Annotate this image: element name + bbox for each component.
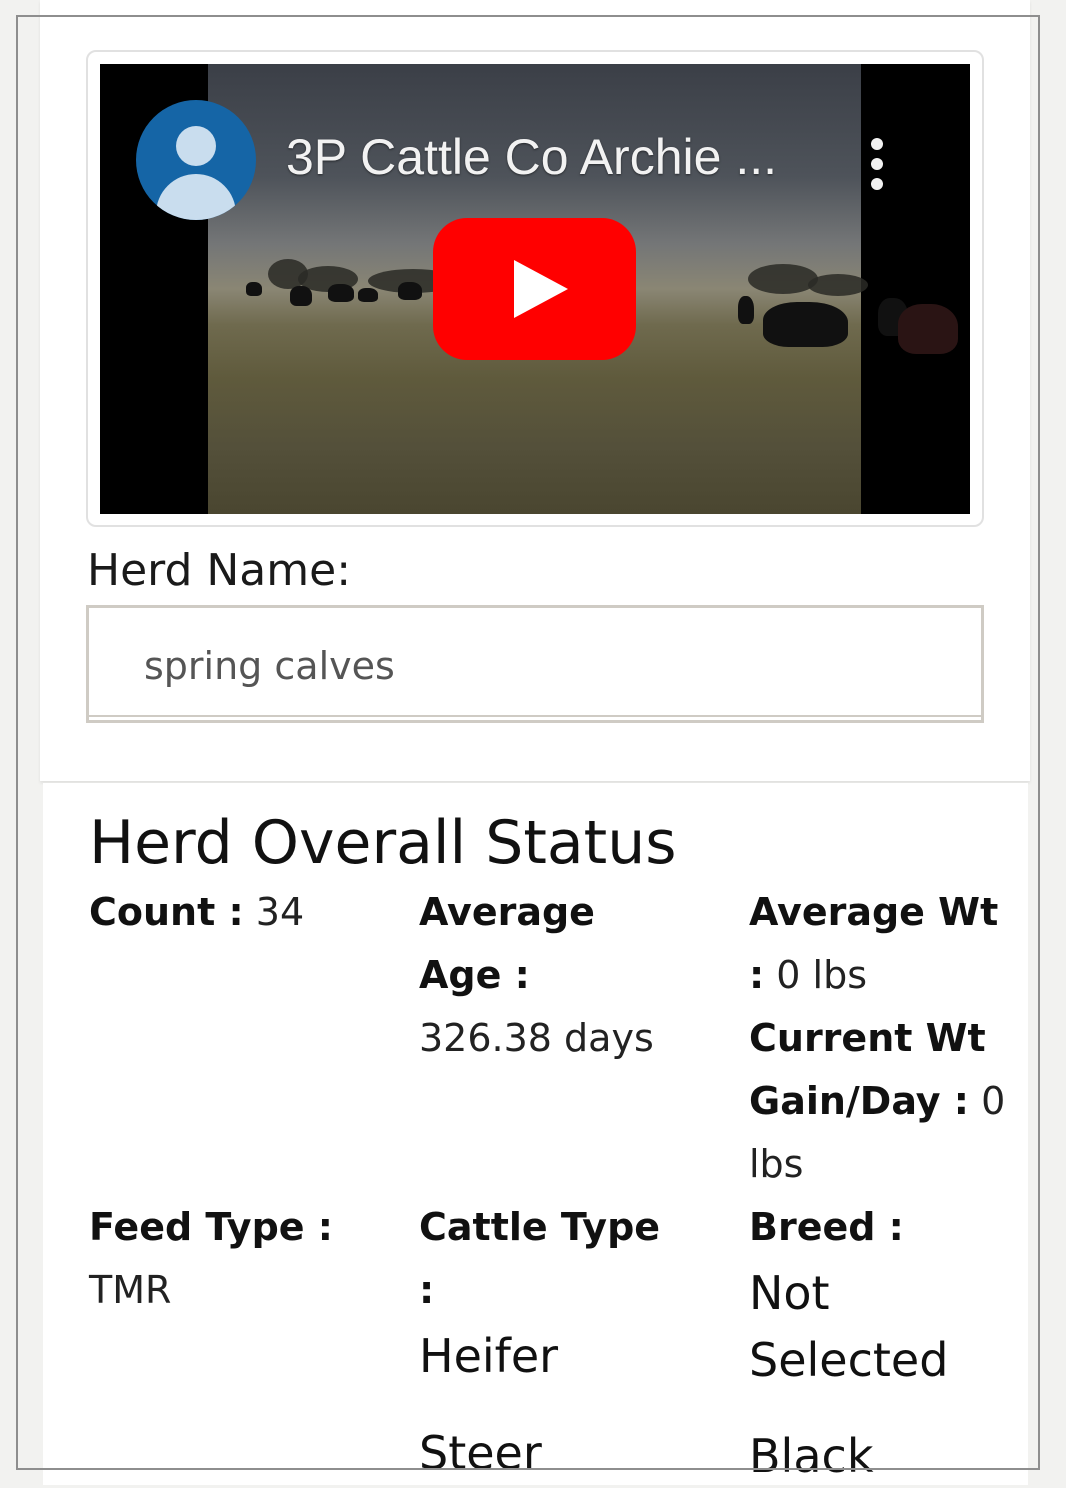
average-wt-label-2: :	[749, 953, 765, 997]
gain-value-1: 0	[981, 1079, 1006, 1123]
more-options-icon[interactable]	[866, 138, 888, 190]
cattle-type-label-1: Cattle Type	[419, 1205, 661, 1249]
breed-value: Selected	[749, 1333, 949, 1387]
video-title[interactable]: 3P Cattle Co Archie ...	[286, 128, 777, 186]
channel-avatar[interactable]	[136, 100, 256, 220]
cattle-type-value: Heifer	[419, 1329, 559, 1383]
feed-type-label: Feed Type :	[89, 1205, 333, 1249]
count-field: Count : 34	[89, 881, 389, 944]
herd-name-input[interactable]: spring calves	[86, 605, 984, 723]
user-head-icon	[176, 126, 216, 166]
average-age-value: 326.38 days	[419, 1016, 654, 1060]
average-wt-value: 0 lbs	[776, 953, 868, 997]
average-age-label-2: Age :	[419, 953, 530, 997]
user-body-icon	[156, 174, 236, 220]
count-value: 34	[255, 890, 305, 934]
feed-type-field: Feed Type : TMR	[89, 1196, 389, 1322]
cattle-type-label-2: :	[419, 1268, 435, 1312]
gain-label-1: Current Wt	[749, 1016, 986, 1060]
gain-value-2: lbs	[749, 1142, 804, 1186]
breed-value: Not	[749, 1266, 830, 1320]
count-label: Count :	[89, 890, 244, 934]
play-icon	[514, 260, 568, 318]
gain-label-2: Gain/Day :	[749, 1079, 970, 1123]
cattle-type-field: Cattle Type :	[419, 1196, 719, 1322]
breed-label: Breed :	[749, 1205, 904, 1249]
breed-value: Black	[749, 1429, 874, 1483]
average-age-label-1: Average	[419, 890, 595, 934]
play-button[interactable]	[433, 218, 636, 360]
breed-field: Breed :	[749, 1196, 1029, 1259]
feed-type-value: TMR	[89, 1268, 172, 1312]
status-title: Herd Overall Status	[89, 808, 677, 878]
herd-name-label: Herd Name:	[87, 545, 352, 596]
cattle-type-value: Steer	[419, 1426, 542, 1480]
average-wt-label-1: Average Wt	[749, 890, 999, 934]
average-age-field: Average Age : 326.38 days	[419, 881, 719, 1070]
average-wt-field: Average Wt : 0 lbs Current Wt Gain/Day :…	[749, 881, 1029, 1196]
